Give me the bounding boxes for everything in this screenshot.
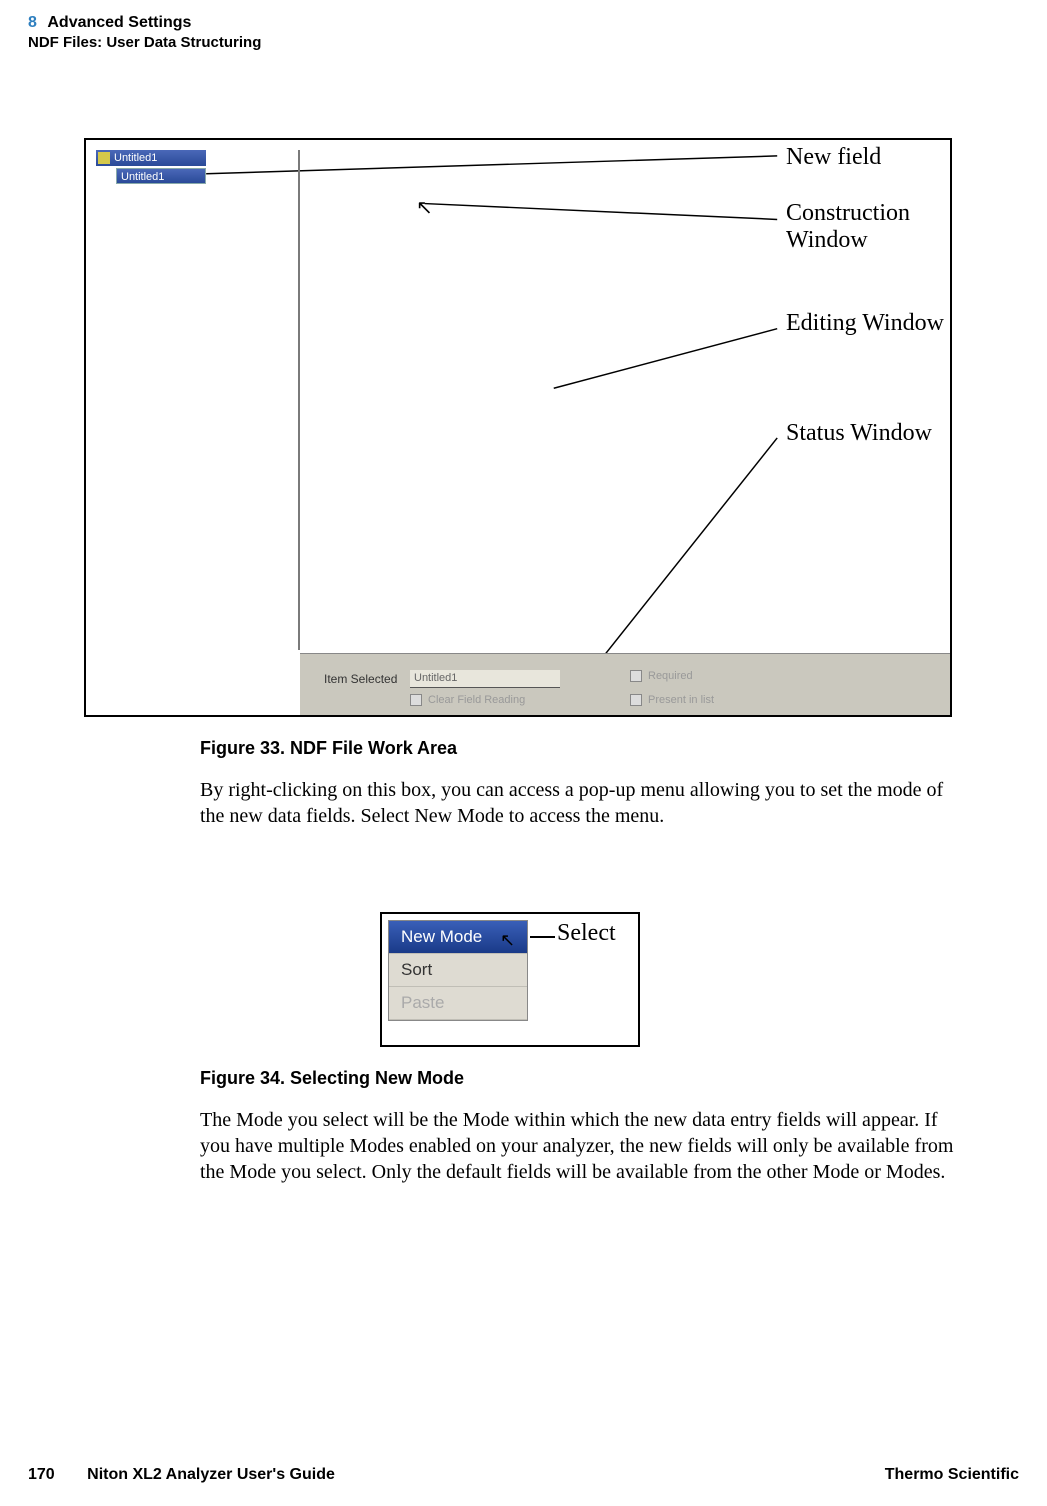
tree-child-item[interactable]: Untitled1	[116, 168, 206, 184]
folder-icon	[98, 152, 110, 164]
paragraph-2: The Mode you select will be the Mode wit…	[200, 1107, 960, 1185]
figure-34-frame: New Mode Sort Paste ↖ Select	[380, 912, 640, 1047]
cursor-icon: ↖	[416, 195, 433, 220]
page-header: 8 Advanced Settings NDF Files: User Data…	[0, 0, 1047, 51]
callout-status: Status Window	[786, 420, 946, 447]
page-footer: 170 Niton XL2 Analyzer User's Guide Ther…	[28, 1466, 1019, 1484]
status-bar: Item Selected Untitled1 Clear Field Read…	[300, 653, 950, 715]
tree-child-label: Untitled1	[121, 171, 164, 183]
guide-title: Niton XL2 Analyzer User's Guide	[87, 1466, 335, 1483]
status-field[interactable]: Untitled1	[410, 670, 560, 688]
menu-item-sort[interactable]: Sort	[389, 954, 527, 987]
callout-construction: Construction Window	[786, 200, 946, 254]
callout-editing: Editing Window	[786, 310, 946, 337]
chk-clear-label: Clear Field Reading	[428, 694, 525, 706]
figure-34-caption: Figure 34. Selecting New Mode	[200, 1068, 960, 1089]
callout-line	[530, 936, 555, 938]
menu-item-paste: Paste	[389, 987, 527, 1020]
figure-33-caption: Figure 33. NDF File Work Area	[200, 738, 960, 759]
chapter-title: Advanced Settings	[47, 14, 191, 31]
figure-33-frame: Untitled1 Untitled1 ↖ Item Selected Unti…	[84, 138, 952, 717]
tree-root-item[interactable]: Untitled1	[96, 150, 206, 166]
chk-required-label: Required	[648, 670, 693, 682]
status-label: Item Selected	[324, 672, 397, 686]
checkbox-clear-field[interactable]	[410, 694, 422, 706]
callout-new-field: New field	[786, 144, 881, 171]
pane-divider	[298, 150, 300, 650]
paragraph-1: By right-clicking on this box, you can a…	[200, 777, 960, 829]
chapter-number: 8	[28, 14, 37, 31]
checkbox-required[interactable]	[630, 670, 642, 682]
tree-root-label: Untitled1	[114, 152, 157, 164]
brand-name: Thermo Scientific	[885, 1466, 1019, 1484]
chk-present-label: Present in list	[648, 694, 714, 706]
cursor-icon: ↖	[500, 930, 515, 951]
callout-select: Select	[557, 920, 616, 947]
checkbox-present[interactable]	[630, 694, 642, 706]
section-title: NDF Files: User Data Structuring	[28, 34, 1047, 51]
page-number: 170	[28, 1466, 55, 1483]
